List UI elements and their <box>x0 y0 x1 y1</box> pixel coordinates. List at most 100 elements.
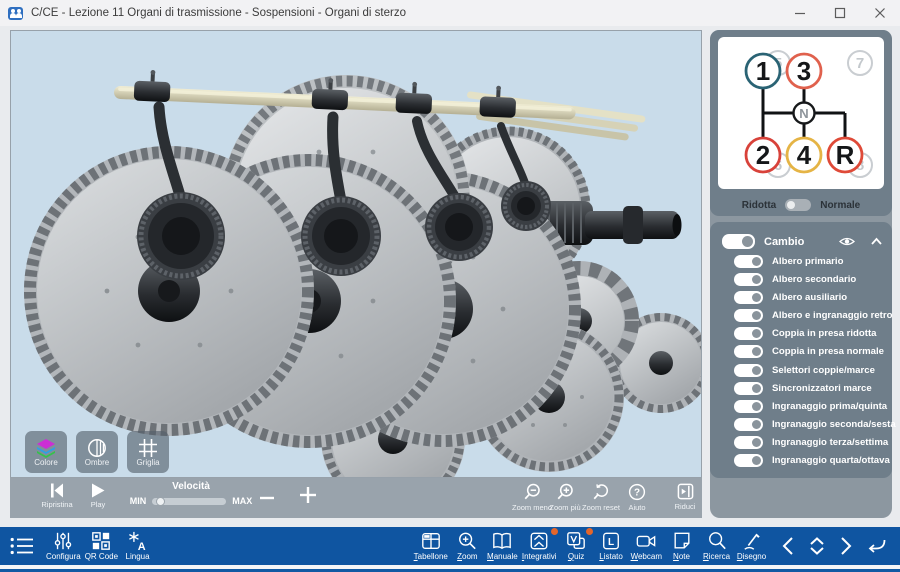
size-decrease-button[interactable] <box>258 491 276 505</box>
next-button[interactable] <box>839 536 853 556</box>
chevrons-up-down-icon <box>808 536 826 556</box>
toggle-switch[interactable] <box>734 273 763 286</box>
previous-button[interactable] <box>781 536 795 556</box>
sliders-icon <box>53 531 73 551</box>
chevron-up-icon[interactable] <box>871 238 882 245</box>
svg-text:7: 7 <box>856 55 864 72</box>
toolbar-item-disegno[interactable]: Disegno <box>734 531 769 561</box>
help-button[interactable]: ? Aiuto <box>614 483 660 511</box>
eye-icon[interactable] <box>839 236 855 247</box>
toolbar-item-quiz[interactable]: Quiz <box>559 531 594 561</box>
minimize-button[interactable] <box>780 0 820 26</box>
layer-row-albero-primario[interactable]: Albero primario <box>722 252 882 270</box>
skip-to-start-icon <box>49 483 65 498</box>
lesson-list-button[interactable] <box>808 536 826 556</box>
toggle-switch[interactable] <box>734 364 763 377</box>
chevron-left-icon <box>781 536 795 556</box>
layer-row-coppia-ridotta[interactable]: Coppia in presa ridotta <box>722 325 882 343</box>
book-icon <box>492 531 512 551</box>
toolbar-item-note[interactable]: Note <box>664 531 699 561</box>
gear-shift-diagram: 5 7 6 8 <box>718 37 884 189</box>
toggle-switch[interactable] <box>734 382 763 395</box>
bottom-toolbar: Configura QR Code A Lingua Tabellone <box>0 527 900 565</box>
layer-row-albero-ausiliario[interactable]: Albero ausiliario <box>722 288 882 306</box>
layer-row-sincronizzatori[interactable]: Sincronizzatori marce <box>722 379 882 397</box>
zoom-in-icon <box>556 483 574 501</box>
media-stack-icon <box>529 531 549 551</box>
toggle-switch[interactable] <box>734 454 763 467</box>
toolbar-item-ricerca[interactable]: Ricerca <box>699 531 734 561</box>
zoom-reset-icon <box>592 483 610 501</box>
layers-header: Cambio <box>722 231 882 252</box>
video-camera-icon <box>636 531 656 551</box>
color-button[interactable]: Colore <box>25 431 67 473</box>
toolbar-item-listato[interactable]: L Listato <box>594 531 629 561</box>
playback-bar: Ripristina Play Velocità MIN MAX <box>10 478 702 518</box>
layer-row-prima-quinta[interactable]: Ingranaggio prima/quinta <box>722 397 882 415</box>
toolbar-item-lingua[interactable]: A Lingua <box>120 531 155 561</box>
grid-button[interactable]: Griglia <box>127 431 169 473</box>
maximize-button[interactable] <box>820 0 860 26</box>
board-grid-icon <box>421 531 441 551</box>
quiz-icon <box>566 531 586 551</box>
layer-row-selettori[interactable]: Selettori coppie/marce <box>722 361 882 379</box>
translate-icon: A <box>128 531 148 551</box>
search-icon <box>707 531 727 551</box>
layer-row-quarta-ottava[interactable]: Ingranaggio quarta/ottava <box>722 452 882 470</box>
collapse-panel-button[interactable]: Riduci <box>662 483 708 510</box>
play-icon <box>91 483 105 498</box>
restore-button[interactable]: Ripristina <box>34 483 80 508</box>
toolbar-item-configura[interactable]: Configura <box>44 531 83 561</box>
minus-icon <box>258 491 276 505</box>
svg-text:?: ? <box>634 488 640 499</box>
listing-icon: L <box>601 531 621 551</box>
shadows-button[interactable]: Ombre <box>76 431 118 473</box>
svg-text:3: 3 <box>797 56 811 86</box>
notification-badge <box>551 528 558 535</box>
toolbar-item-webcam[interactable]: Webcam <box>629 531 664 561</box>
toggle-switch[interactable] <box>734 291 763 304</box>
notification-badge <box>586 528 593 535</box>
toggle-switch[interactable] <box>734 327 763 340</box>
toolbar-item-qr-code[interactable]: QR Code <box>83 531 120 561</box>
layer-row-albero-secondario[interactable]: Albero secondario <box>722 270 882 288</box>
toggle-switch[interactable] <box>734 309 763 322</box>
speed-control: Velocità MIN MAX <box>122 481 260 506</box>
layer-row-seconda-sesta[interactable]: Ingranaggio seconda/sesta <box>722 415 882 433</box>
play-button[interactable]: Play <box>75 483 121 508</box>
gear-selector-panel: 5 7 6 8 <box>710 30 892 216</box>
plus-icon <box>298 485 318 505</box>
return-arrow-icon <box>866 537 886 555</box>
3d-viewport[interactable]: Colore Ombre Griglia <box>10 30 702 478</box>
grid-icon <box>138 438 158 458</box>
toggle-switch[interactable] <box>734 418 763 431</box>
speed-slider[interactable] <box>152 498 226 505</box>
toolbar-item-manuale[interactable]: Manuale <box>485 531 520 561</box>
range-toggle[interactable] <box>785 199 811 211</box>
qr-code-icon <box>91 531 111 551</box>
layers-panel: Cambio Albero primario Albero secondario… <box>710 222 892 478</box>
toggle-switch[interactable] <box>734 345 763 358</box>
normal-label: Normale <box>820 200 860 211</box>
magnifier-plus-icon <box>457 531 477 551</box>
menu-button[interactable] <box>10 536 34 556</box>
size-increase-button[interactable] <box>298 485 318 505</box>
gearbox-3d-model <box>11 31 701 477</box>
right-panel: 5 7 6 8 <box>710 30 892 518</box>
svg-text:N: N <box>799 106 808 121</box>
toolbar-item-tabellone[interactable]: Tabellone <box>412 531 450 561</box>
layer-row-albero-ingranaggio-retro[interactable]: Albero e ingranaggio retro <box>722 307 882 325</box>
toggle-switch[interactable] <box>734 400 763 413</box>
toggle-switch[interactable] <box>734 436 763 449</box>
shading-icon <box>87 438 107 458</box>
help-icon: ? <box>628 483 646 501</box>
back-button[interactable] <box>866 537 886 555</box>
note-icon <box>672 531 692 551</box>
cambio-toggle[interactable] <box>722 234 755 249</box>
layer-row-terza-settima[interactable]: Ingranaggio terza/settima <box>722 434 882 452</box>
toolbar-item-zoom[interactable]: Zoom <box>450 531 485 561</box>
layer-row-coppia-normale[interactable]: Coppia in presa normale <box>722 343 882 361</box>
toolbar-item-integrativi[interactable]: Integrativi <box>520 531 559 561</box>
close-button[interactable] <box>860 0 900 26</box>
toggle-switch[interactable] <box>734 255 763 268</box>
